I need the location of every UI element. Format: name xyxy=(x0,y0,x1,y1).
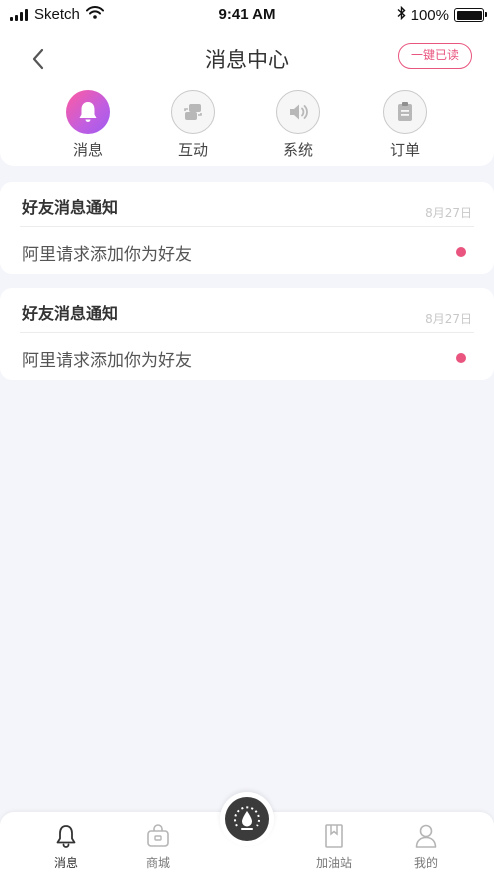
message-card[interactable]: 好友消息通知 8月27日 阿里请求添加你为好友 xyxy=(0,288,494,380)
tab-messages[interactable]: 消息 xyxy=(53,90,123,160)
message-title: 好友消息通知 xyxy=(22,304,119,323)
tab-label: 互动 xyxy=(177,141,208,159)
status-bar: Sketch 9:41 AM 100% xyxy=(0,0,494,32)
user-icon xyxy=(396,822,456,850)
divider xyxy=(20,332,474,333)
speaker-icon xyxy=(276,90,320,134)
battery-icon xyxy=(454,8,487,22)
shopping-bag-icon xyxy=(128,822,188,850)
tab-label: 系统 xyxy=(282,141,313,159)
message-date: 8月27日 xyxy=(425,312,472,326)
tabbar-label: 消息 xyxy=(53,856,78,870)
bell-icon xyxy=(36,822,96,850)
tabbar-label: 我的 xyxy=(413,856,438,870)
bell-icon xyxy=(66,90,110,134)
center-fuel-button[interactable] xyxy=(220,792,274,846)
tabbar-item-gas-station[interactable]: 加油站 xyxy=(304,822,364,871)
fuel-drop-gauge-icon xyxy=(225,797,269,841)
mark-all-read-button[interactable]: 一键已读 xyxy=(398,43,472,69)
unread-dot xyxy=(456,247,466,257)
message-date: 8月27日 xyxy=(425,206,472,220)
message-card[interactable]: 好友消息通知 8月27日 阿里请求添加你为好友 xyxy=(0,182,494,274)
tabbar-label: 商城 xyxy=(145,856,170,870)
tabbar-item-mall[interactable]: 商城 xyxy=(128,822,188,871)
bluetooth-icon xyxy=(397,5,406,24)
bookmark-icon xyxy=(304,822,364,850)
message-text: 阿里请求添加你为好友 xyxy=(22,351,192,371)
battery-fill xyxy=(456,10,482,20)
tab-orders[interactable]: 订单 xyxy=(370,90,440,160)
header: 消息中心 一键已读 消息 互动 系统 订单 xyxy=(0,32,494,166)
tab-label: 消息 xyxy=(72,141,103,159)
message-text: 阿里请求添加你为好友 xyxy=(22,245,192,265)
battery-percent: 100% xyxy=(410,6,449,24)
divider xyxy=(20,226,474,227)
message-title: 好友消息通知 xyxy=(22,198,119,217)
tabbar-label: 加油站 xyxy=(315,856,352,870)
clipboard-icon xyxy=(383,90,427,134)
status-right: 100% xyxy=(397,5,487,24)
tab-label: 订单 xyxy=(389,141,420,159)
unread-dot xyxy=(456,353,466,363)
chat-bubbles-icon xyxy=(171,90,215,134)
tab-system[interactable]: 系统 xyxy=(263,90,333,160)
category-tabs: 消息 互动 系统 订单 xyxy=(0,90,494,160)
tab-interaction[interactable]: 互动 xyxy=(158,90,228,160)
tabbar-item-messages[interactable]: 消息 xyxy=(36,822,96,871)
tabbar-item-profile[interactable]: 我的 xyxy=(396,822,456,871)
